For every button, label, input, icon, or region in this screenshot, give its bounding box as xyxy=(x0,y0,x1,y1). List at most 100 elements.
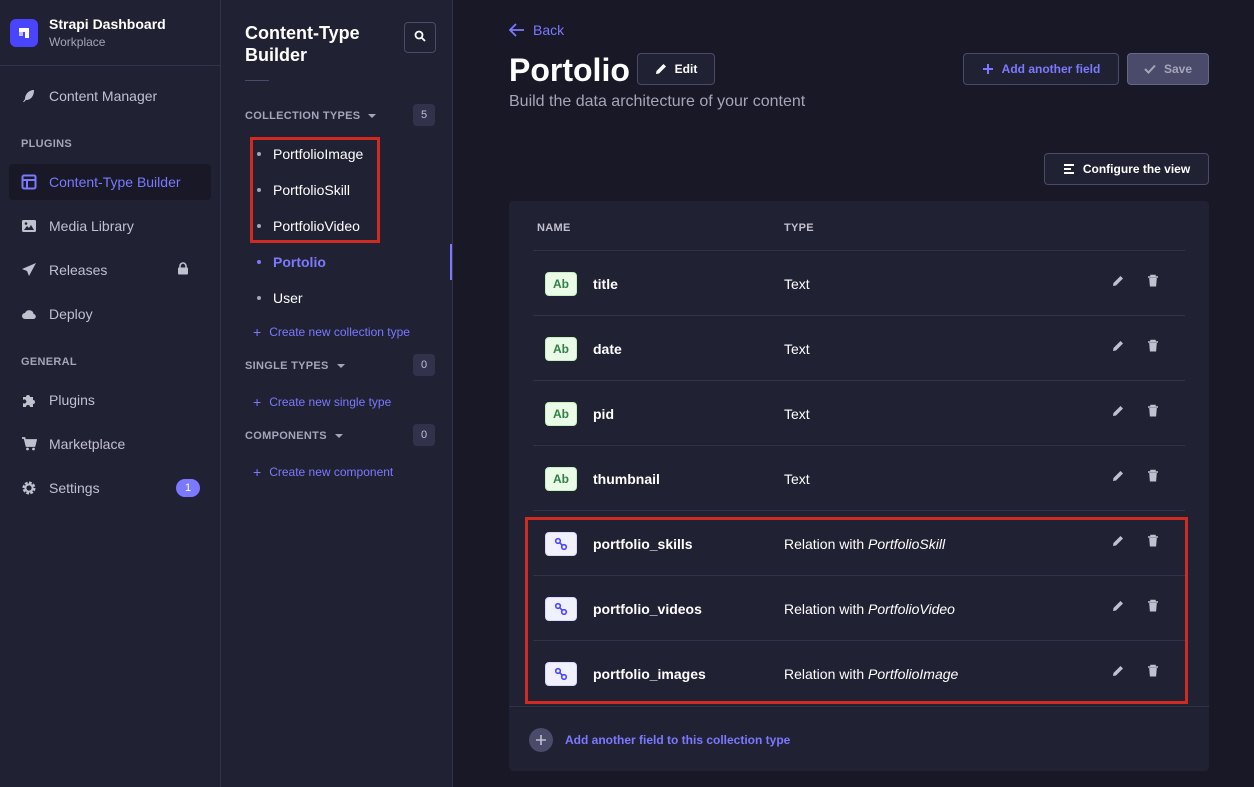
cart-icon xyxy=(21,436,37,452)
nav-releases[interactable]: Releases xyxy=(9,252,211,288)
table-row[interactable]: Ab title Text xyxy=(533,251,1185,316)
field-type: Text xyxy=(784,471,810,487)
section-label: COMPONENTS xyxy=(245,430,327,442)
nav-deploy[interactable]: Deploy xyxy=(9,296,211,332)
app-title: Strapi Dashboard xyxy=(49,16,166,32)
delete-field-button[interactable] xyxy=(1145,469,1161,487)
plus-icon xyxy=(982,63,994,75)
section-label: SINGLE TYPES xyxy=(245,360,329,372)
field-type: Text xyxy=(784,406,810,422)
edit-field-button[interactable] xyxy=(1110,405,1126,421)
search-button[interactable] xyxy=(404,22,436,53)
create-component-link[interactable]: + Create new component xyxy=(253,465,393,479)
back-label: Back xyxy=(533,22,565,38)
nav-label: Content-Type Builder xyxy=(49,174,181,190)
item-label: User xyxy=(273,290,303,306)
content-type-builder-subnav: Content-Type Builder COLLECTION TYPES 5 … xyxy=(221,0,453,787)
plugins-section-label: PLUGINS xyxy=(21,138,72,150)
notification-badge: 1 xyxy=(176,479,200,497)
collection-types-count: 5 xyxy=(413,104,435,126)
field-name: title xyxy=(593,276,618,292)
nav-media-library[interactable]: Media Library xyxy=(9,208,211,244)
back-link[interactable]: Back xyxy=(509,22,564,38)
bullet-icon xyxy=(257,296,261,300)
edit-field-button[interactable] xyxy=(1110,275,1126,291)
add-field-to-collection-button[interactable]: Add another field to this collection typ… xyxy=(529,728,790,752)
text-type-icon: Ab xyxy=(545,402,577,426)
collection-types-toggle[interactable]: COLLECTION TYPES xyxy=(245,110,377,122)
edit-field-button[interactable] xyxy=(1110,470,1126,486)
active-indicator xyxy=(450,244,452,280)
pencil-icon xyxy=(1112,274,1124,292)
create-collection-type-link[interactable]: + Create new collection type xyxy=(253,325,410,339)
caret-down-icon xyxy=(334,434,343,438)
nav-plugins[interactable]: Plugins xyxy=(9,382,211,418)
caret-down-icon xyxy=(368,114,377,118)
field-name: pid xyxy=(593,406,614,422)
pencil-icon xyxy=(1112,339,1124,357)
caret-down-icon xyxy=(336,364,345,368)
field-type: Text xyxy=(784,341,810,357)
nav-content-type-builder[interactable]: Content-Type Builder xyxy=(9,164,211,200)
collection-type-item[interactable]: User xyxy=(257,290,303,306)
pencil-icon xyxy=(1112,404,1124,422)
trash-icon xyxy=(1147,469,1159,487)
table-row[interactable]: Ab pid Text xyxy=(533,381,1185,446)
trash-icon xyxy=(1147,339,1159,357)
field-type: Text xyxy=(784,276,810,292)
field-name: thumbnail xyxy=(593,471,660,487)
save-button[interactable]: Save xyxy=(1127,53,1209,85)
delete-field-button[interactable] xyxy=(1145,404,1161,422)
table-row[interactable]: Ab thumbnail Text xyxy=(533,446,1185,511)
trash-icon xyxy=(1147,404,1159,422)
single-types-toggle[interactable]: SINGLE TYPES xyxy=(245,360,345,372)
table-row[interactable]: Ab date Text xyxy=(533,316,1185,381)
arrow-left-icon xyxy=(509,23,525,37)
single-types-count: 0 xyxy=(413,354,435,376)
search-icon xyxy=(414,29,426,47)
main-nav: Strapi Dashboard Workplace Content Manag… xyxy=(0,0,221,787)
plus-icon: + xyxy=(253,464,262,480)
nav-content-manager[interactable]: Content Manager xyxy=(9,78,211,114)
bullet-icon xyxy=(257,260,261,264)
link-label: Create new collection type xyxy=(269,325,410,339)
field-type-label: Text xyxy=(784,406,810,422)
paper-plane-icon xyxy=(21,262,37,278)
edit-field-button[interactable] xyxy=(1110,340,1126,356)
nav-marketplace[interactable]: Marketplace xyxy=(9,426,211,462)
button-label: Add another field to this collection typ… xyxy=(565,733,791,747)
button-label: Save xyxy=(1163,62,1193,76)
section-label: COLLECTION TYPES xyxy=(245,110,361,122)
brand[interactable]: Strapi Dashboard Workplace xyxy=(0,0,220,66)
nav-label: Media Library xyxy=(49,218,134,234)
column-header-type: TYPE xyxy=(784,222,814,234)
components-toggle[interactable]: COMPONENTS xyxy=(245,430,343,442)
text-type-icon: Ab xyxy=(545,272,577,296)
configure-view-button[interactable]: Configure the view xyxy=(1044,153,1209,185)
lock-icon xyxy=(177,262,189,278)
pencil-icon xyxy=(655,63,667,75)
create-single-type-link[interactable]: + Create new single type xyxy=(253,395,391,409)
page-title: Portolio xyxy=(509,52,630,88)
collection-type-item-active[interactable]: Portolio xyxy=(257,254,326,270)
feather-icon xyxy=(21,88,37,104)
nav-label: Releases xyxy=(49,262,108,278)
highlight-box-relation-fields xyxy=(525,517,1188,704)
highlight-box-collection-types xyxy=(250,137,380,243)
column-header-name: NAME xyxy=(537,222,571,234)
check-icon xyxy=(1144,63,1156,75)
text-type-icon: Ab xyxy=(545,337,577,361)
delete-field-button[interactable] xyxy=(1145,274,1161,291)
nav-label: Plugins xyxy=(49,392,95,408)
link-label: Create new single type xyxy=(269,395,392,409)
delete-field-button[interactable] xyxy=(1145,339,1161,357)
add-another-field-button[interactable]: Add another field xyxy=(963,53,1119,85)
button-label: Configure the view xyxy=(1082,162,1191,176)
link-label: Create new component xyxy=(269,465,394,479)
divider xyxy=(509,706,1209,707)
edit-button[interactable]: Edit xyxy=(637,53,715,85)
layout-icon xyxy=(21,174,37,190)
item-label: Portolio xyxy=(273,254,326,270)
plus-icon: + xyxy=(253,394,262,410)
nav-settings[interactable]: Settings 1 xyxy=(9,470,211,506)
